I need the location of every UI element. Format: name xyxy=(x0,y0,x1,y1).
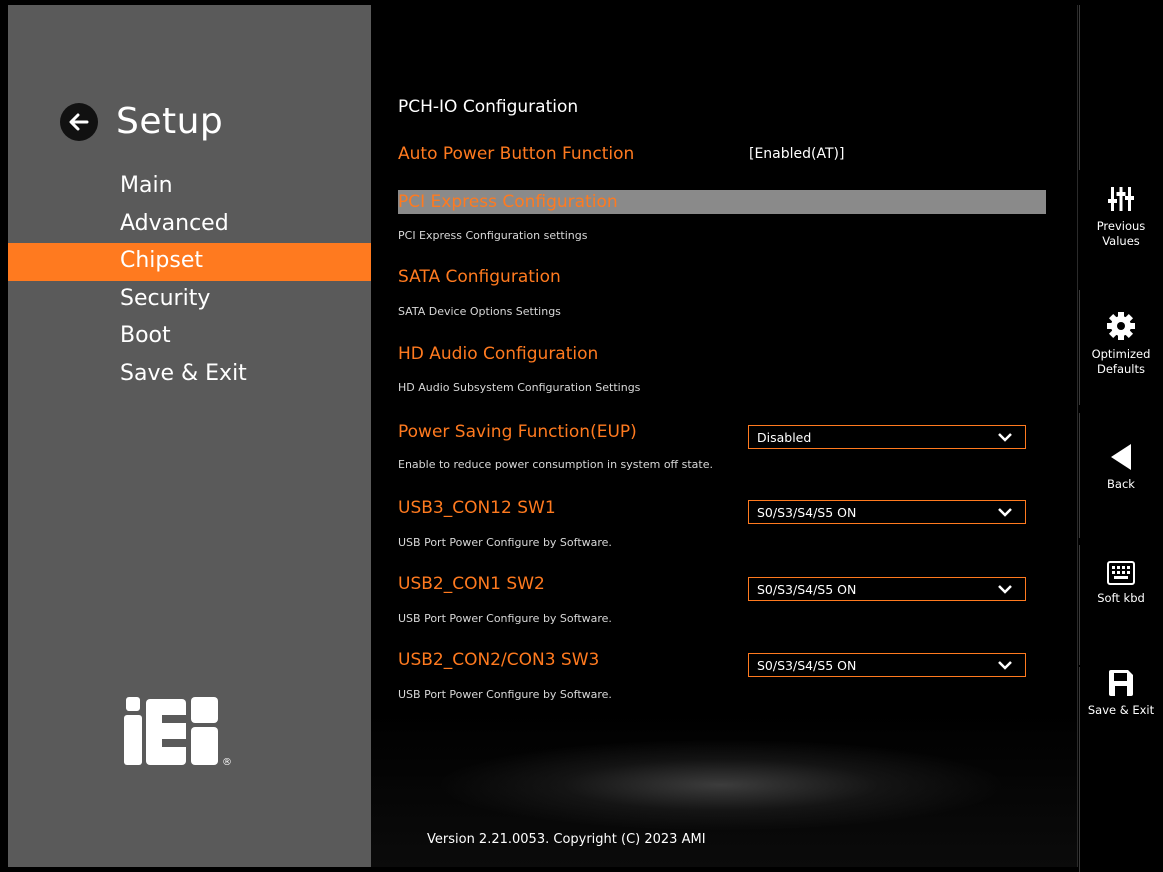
sata-config-help: SATA Device Options Settings xyxy=(398,305,561,318)
usb2-con1-help: USB Port Power Configure by Software. xyxy=(398,612,612,625)
usb3-con12-label[interactable]: USB3_CON12 SW1 xyxy=(398,498,556,518)
usb2-con1-dropdown[interactable]: S0/S3/S4/S5 ON xyxy=(748,577,1026,601)
sidebar-menu: Main Advanced Chipset Security Boot Save… xyxy=(8,168,371,393)
setup-title: Setup xyxy=(60,101,223,142)
back-triangle-icon xyxy=(1111,444,1131,470)
chevron-down-icon xyxy=(998,661,1012,670)
sidebar-item-security[interactable]: Security xyxy=(8,281,371,319)
sata-config-label[interactable]: SATA Configuration xyxy=(398,267,561,287)
eup-dropdown[interactable]: Disabled xyxy=(748,425,1026,449)
sidebar: Setup Main Advanced Chipset Security Boo… xyxy=(8,5,371,867)
version-text: Version 2.21.0053. Copyright (C) 2023 AM… xyxy=(427,832,706,847)
back-label: Back xyxy=(1107,477,1135,491)
hd-audio-label[interactable]: HD Audio Configuration xyxy=(398,344,598,364)
usb2-con1-value: S0/S3/S4/S5 ON xyxy=(757,582,857,597)
save-exit-button[interactable]: Save & Exit xyxy=(1078,669,1163,789)
previous-values-label: Previous Values xyxy=(1096,219,1146,248)
gear-icon xyxy=(1107,312,1135,340)
soft-kbd-label: Soft kbd xyxy=(1097,591,1145,605)
setup-title-text: Setup xyxy=(116,101,224,142)
sidebar-item-advanced[interactable]: Advanced xyxy=(8,206,371,244)
optimized-defaults-label: Optimized Defaults xyxy=(1091,347,1151,376)
chevron-down-icon xyxy=(998,508,1012,517)
action-bar: Previous Values Optimized Defaults Back xyxy=(1077,5,1163,872)
usb3-con12-value: S0/S3/S4/S5 ON xyxy=(757,505,857,520)
usb3-con12-help: USB Port Power Configure by Software. xyxy=(398,536,612,549)
usb2-con2-con3-label[interactable]: USB2_CON2/CON3 SW3 xyxy=(398,650,599,670)
pci-express-help: PCI Express Configuration settings xyxy=(398,229,588,242)
eup-help: Enable to reduce power consumption in sy… xyxy=(398,458,713,471)
eup-dropdown-value: Disabled xyxy=(757,430,812,445)
eup-label[interactable]: Power Saving Function(EUP) xyxy=(398,422,637,442)
chevron-down-icon xyxy=(998,585,1012,594)
sidebar-item-boot[interactable]: Boot xyxy=(8,318,371,356)
sidebar-item-save-exit[interactable]: Save & Exit xyxy=(8,356,371,394)
previous-values-button[interactable]: Previous Values xyxy=(1078,185,1163,305)
optimized-defaults-button[interactable]: Optimized Defaults xyxy=(1078,311,1163,431)
sidebar-item-chipset[interactable]: Chipset xyxy=(8,243,371,281)
registered-mark: ® xyxy=(222,757,232,767)
sidebar-item-main[interactable]: Main xyxy=(8,168,371,206)
auto-power-label[interactable]: Auto Power Button Function xyxy=(398,144,634,164)
chevron-down-icon xyxy=(998,433,1012,442)
back-arrow-icon[interactable] xyxy=(60,102,98,141)
usb2-con2-con3-value: S0/S3/S4/S5 ON xyxy=(757,658,857,673)
back-button[interactable]: Back xyxy=(1078,443,1163,563)
keyboard-icon xyxy=(1107,561,1135,585)
usb2-con1-label[interactable]: USB2_CON1 SW2 xyxy=(398,574,545,594)
usb3-con12-dropdown[interactable]: S0/S3/S4/S5 ON xyxy=(748,500,1026,524)
page-title: PCH-IO Configuration xyxy=(398,97,579,117)
pci-express-item[interactable]: PCI Express Configuration xyxy=(398,190,1046,214)
pci-express-label: PCI Express Configuration xyxy=(398,192,618,212)
usb2-con2-con3-help: USB Port Power Configure by Software. xyxy=(398,688,612,701)
soft-keyboard-button[interactable]: Soft kbd xyxy=(1078,561,1163,681)
separator xyxy=(1079,5,1080,170)
glow-decoration xyxy=(441,740,1001,830)
iei-logo: ® xyxy=(124,697,232,767)
save-floppy-icon xyxy=(1109,670,1133,696)
main-panel: PCH-IO Configuration Auto Power Button F… xyxy=(371,5,1077,867)
hd-audio-help: HD Audio Subsystem Configuration Setting… xyxy=(398,381,641,394)
sliders-icon xyxy=(1108,187,1134,211)
save-exit-label: Save & Exit xyxy=(1087,703,1155,717)
auto-power-value[interactable]: [Enabled(AT)] xyxy=(749,146,844,162)
usb2-con2-con3-dropdown[interactable]: S0/S3/S4/S5 ON xyxy=(748,653,1026,677)
